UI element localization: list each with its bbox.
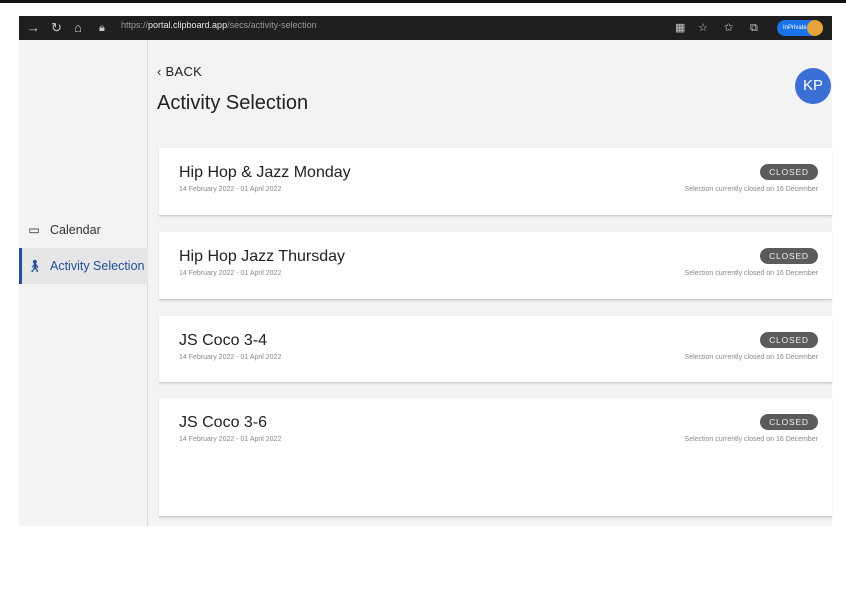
- lock-icon[interactable]: 🔒︎: [99, 16, 105, 40]
- address-bar[interactable]: https://portal.clipboard.app/secs/activi…: [121, 20, 317, 30]
- selection-note: Selection currently closed on 16 Decembe…: [684, 186, 818, 193]
- status-badge: CLOSED: [760, 248, 818, 264]
- activity-card[interactable]: JS Coco 3-6 14 February 2022 - 01 April …: [159, 398, 832, 517]
- activity-name: Hip Hop Jazz Thursday: [179, 248, 345, 265]
- refresh-icon[interactable]: ↻: [51, 16, 62, 40]
- back-link[interactable]: ‹ BACK: [157, 64, 202, 79]
- activity-card[interactable]: Hip Hop & Jazz Monday 14 February 2022 -…: [159, 148, 832, 216]
- activity-card[interactable]: Hip Hop Jazz Thursday 14 February 2022 -…: [159, 232, 832, 300]
- home-icon[interactable]: ⌂: [74, 16, 82, 40]
- activity-name: JS Coco 3-4: [179, 332, 268, 349]
- forward-icon[interactable]: →: [27, 16, 40, 40]
- url-path: /secs/activity-selection: [227, 20, 317, 30]
- url-prefix: https://: [121, 20, 149, 30]
- activity-dates: 14 February 2022 - 01 April 2022: [179, 270, 282, 277]
- activity-card[interactable]: JS Coco 3-4 14 February 2022 - 01 April …: [159, 316, 832, 383]
- calendar-icon: ▭: [28, 223, 40, 237]
- selection-note: Selection currently closed on 16 Decembe…: [684, 270, 818, 277]
- status-badge: CLOSED: [760, 164, 818, 180]
- activity-dates: 14 February 2022 - 01 April 2022: [179, 186, 282, 193]
- sidebar-item-activity-selection[interactable]: 🚶︎ Activity Selection: [19, 248, 148, 284]
- add-favorite-icon[interactable]: ☆: [698, 16, 708, 40]
- selection-note: Selection currently closed on 16 Decembe…: [684, 354, 818, 361]
- url-domain: portal.clipboard.app: [148, 20, 228, 30]
- activity-dates: 14 February 2022 - 01 April 2022: [179, 436, 282, 443]
- browser-toolbar: → ↻ ⌂ 🔒︎ https://portal.clipboard.app/se…: [19, 16, 832, 40]
- reader-view-icon[interactable]: ▦: [675, 16, 685, 40]
- app-content: ▭ Calendar 🚶︎ Activity Selection ‹ BACK …: [19, 40, 832, 526]
- sidebar-item-label: Calendar: [50, 223, 101, 237]
- screenshot-frame: → ↻ ⌂ 🔒︎ https://portal.clipboard.app/se…: [0, 0, 846, 589]
- selection-note: Selection currently closed on 16 Decembe…: [684, 436, 818, 443]
- page-title: Activity Selection: [157, 92, 309, 114]
- back-label: BACK: [165, 64, 203, 79]
- favorites-icon[interactable]: ✩: [724, 16, 733, 40]
- status-badge: CLOSED: [760, 332, 818, 348]
- activity-name: JS Coco 3-6: [179, 414, 268, 431]
- top-divider: [0, 0, 846, 3]
- activity-name: Hip Hop & Jazz Monday: [179, 164, 351, 181]
- sidebar-item-calendar[interactable]: ▭ Calendar: [19, 212, 148, 248]
- walking-person-icon: 🚶︎: [27, 259, 43, 273]
- profile-picture-icon: [807, 20, 823, 36]
- status-badge: CLOSED: [760, 414, 818, 430]
- inprivate-badge[interactable]: InPrivate: [777, 20, 823, 36]
- avatar[interactable]: KP: [795, 68, 831, 104]
- inprivate-label: InPrivate: [783, 25, 807, 31]
- activity-dates: 14 February 2022 - 01 April 2022: [179, 354, 282, 361]
- collections-icon[interactable]: ⧉: [750, 16, 758, 40]
- chevron-left-icon: ‹: [157, 64, 166, 79]
- sidebar: ▭ Calendar 🚶︎ Activity Selection: [19, 40, 148, 526]
- sidebar-item-label: Activity Selection: [50, 259, 145, 273]
